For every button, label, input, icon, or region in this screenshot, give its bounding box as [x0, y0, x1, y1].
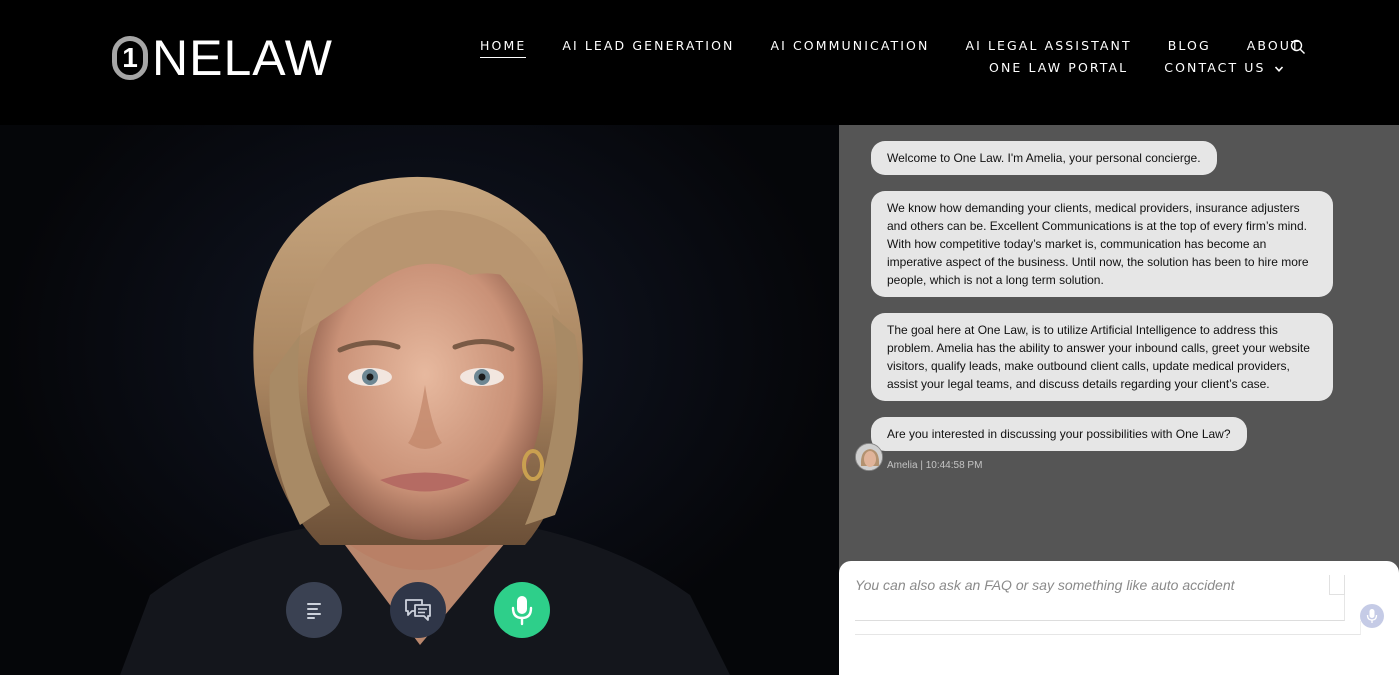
- chat-input-area: [839, 561, 1399, 675]
- chat-message: We know how demanding your clients, medi…: [871, 191, 1333, 297]
- site-header: 1 NELAW HOME AI LEAD GENERATION AI COMMU…: [0, 0, 1399, 125]
- message-meta: Amelia | 10:44:58 PM: [887, 460, 983, 471]
- menu-button[interactable]: [286, 582, 342, 638]
- microphone-icon: [1366, 609, 1378, 623]
- chat-input-box: [855, 575, 1345, 621]
- search-icon[interactable]: [1290, 39, 1306, 55]
- avatar-stage: [0, 125, 839, 675]
- nav-contact-us-label: CONTACT US: [1164, 60, 1266, 75]
- nav-ai-legal-assistant[interactable]: AI LEGAL ASSISTANT: [965, 38, 1131, 58]
- microphone-button[interactable]: [494, 582, 550, 638]
- nav-one-law-portal[interactable]: ONE LAW PORTAL: [989, 60, 1128, 75]
- chat-toggle-button[interactable]: [390, 582, 446, 638]
- microphone-icon: [511, 596, 533, 626]
- logo-wordmark: NELAW: [152, 30, 333, 86]
- input-divider: [855, 621, 1361, 635]
- input-scrollbar[interactable]: [1329, 575, 1345, 595]
- chevron-down-icon: [1274, 65, 1283, 72]
- chat-bubbles-icon: [405, 599, 431, 621]
- chat-panel: Welcome to One Law. I'm Amelia, your per…: [839, 125, 1399, 675]
- logo-numeral-ring: 1: [112, 36, 148, 80]
- main-nav-row-1: HOME AI LEAD GENERATION AI COMMUNICATION…: [480, 38, 1301, 58]
- main-nav-row-2: ONE LAW PORTAL CONTACT US: [989, 60, 1284, 75]
- chat-message: Are you interested in discussing your po…: [871, 417, 1247, 451]
- menu-lines-icon: [307, 603, 321, 619]
- onelaw-logo[interactable]: 1 NELAW: [112, 33, 333, 83]
- avatar: [855, 443, 883, 471]
- nav-home[interactable]: HOME: [480, 38, 527, 58]
- nav-ai-lead-generation[interactable]: AI LEAD GENERATION: [562, 38, 734, 58]
- nav-contact-us[interactable]: CONTACT US: [1164, 60, 1283, 75]
- chat-message: Welcome to One Law. I'm Amelia, your per…: [871, 141, 1217, 175]
- chat-input[interactable]: [855, 575, 1305, 593]
- logo-numeral: 1: [122, 42, 138, 73]
- nav-blog[interactable]: BLOG: [1168, 38, 1211, 58]
- input-microphone-button[interactable]: [1360, 604, 1384, 628]
- chat-message: The goal here at One Law, is to utilize …: [871, 313, 1333, 401]
- nav-ai-communication[interactable]: AI COMMUNICATION: [770, 38, 929, 58]
